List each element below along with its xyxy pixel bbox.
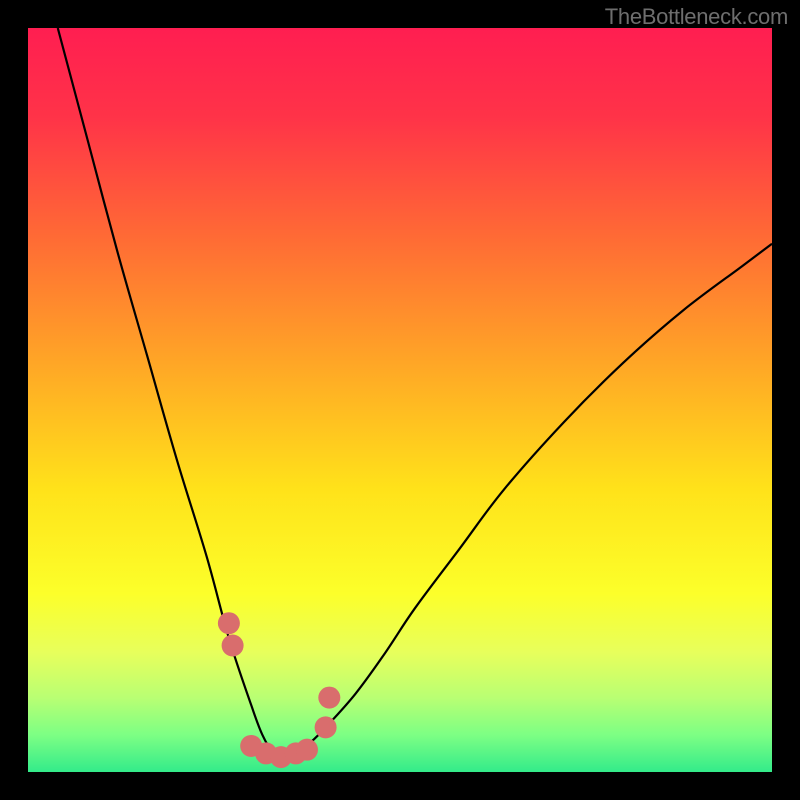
highlight-marker	[222, 635, 244, 657]
highlight-marker	[218, 612, 240, 634]
attribution-text: TheBottleneck.com	[605, 4, 788, 30]
gradient-background	[28, 28, 772, 772]
highlight-marker	[315, 716, 337, 738]
chart-plot-area	[28, 28, 772, 772]
highlight-marker	[318, 687, 340, 709]
bottleneck-curve-chart	[28, 28, 772, 772]
highlight-marker	[296, 739, 318, 761]
